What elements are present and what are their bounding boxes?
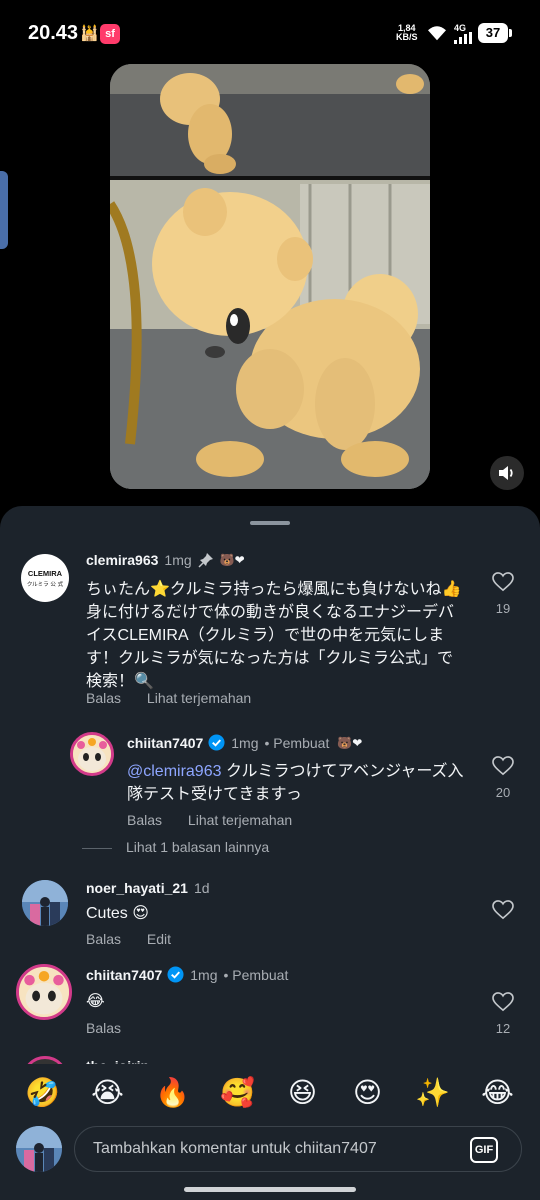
emoji-sparkles[interactable]: ✨ — [411, 1076, 455, 1109]
comment-time: 1d — [193, 880, 210, 896]
home-gesture-bar[interactable] — [184, 1187, 356, 1192]
network-speed: 1,84 KB/S — [396, 24, 418, 42]
view-more-replies[interactable]: Lihat 1 balasan lainnya — [82, 839, 269, 855]
username[interactable]: chiitan7407 — [127, 735, 203, 751]
mention-link[interactable]: @clemira963 — [127, 763, 222, 780]
see-translation-button[interactable]: Lihat terjemahan — [188, 812, 292, 828]
comment-actions: Balas Edit — [86, 931, 193, 947]
emoji-rofl[interactable]: 🤣 — [21, 1076, 65, 1109]
comment-actions: Balas — [86, 1020, 143, 1036]
emoji-fire[interactable]: 🔥 — [151, 1076, 195, 1109]
see-translation-button[interactable]: Lihat terjemahan — [147, 690, 251, 706]
reply-button[interactable]: Balas — [127, 812, 162, 828]
comment-item: CLEMIRA クルミラ 公 式 clemira963 1mg 🐻❤ ちぃたん⭐… — [0, 544, 540, 714]
signal-icon — [454, 32, 472, 44]
edit-button[interactable]: Edit — [147, 931, 171, 947]
speaker-icon — [499, 466, 513, 480]
pin-icon — [198, 553, 213, 568]
creator-label: • Pembuat — [223, 966, 289, 983]
gif-button[interactable]: GIF — [470, 1137, 498, 1163]
comment-input[interactable] — [74, 1126, 522, 1172]
emoji-crying[interactable]: 😭 — [86, 1076, 130, 1109]
comment-text: Cutes 😍 — [86, 905, 149, 922]
creator-label: • Pembuat — [264, 734, 330, 751]
emoji-quick-bar: 🤣 😭 🔥 🥰 😆 😍 ✨ 😂 — [0, 1064, 540, 1120]
network-speed-unit: KB/S — [396, 32, 418, 42]
creator-liked-icon: 🐻❤ — [337, 735, 363, 750]
navigation-bar — [0, 1182, 540, 1200]
view-more-replies-text: Lihat 1 balasan lainnya — [126, 839, 270, 855]
comment-item: noer_hayati_21 1d Cutes 😍 Balas Edit — [0, 872, 540, 954]
comment-header: noer_hayati_21 1d — [86, 880, 210, 896]
verified-badge-icon — [208, 734, 225, 751]
reply-button[interactable]: Balas — [86, 931, 121, 947]
avatar[interactable]: CLEMIRA クルミラ 公 式 — [21, 554, 69, 602]
creator-label-text: Pembuat — [273, 734, 330, 751]
divider — [82, 847, 112, 849]
comment-actions: Balas Lihat terjemahan — [86, 690, 273, 706]
creator-liked-icon: 🐻❤ — [219, 553, 245, 567]
avatar[interactable] — [22, 880, 68, 926]
sheet-drag-handle[interactable] — [250, 521, 290, 525]
user-photo — [16, 1126, 62, 1172]
avatar[interactable] — [16, 964, 72, 1020]
chiitan-avatar — [19, 967, 69, 1017]
logo-text-bottom: クルミラ 公 式 — [27, 580, 64, 588]
verified-badge-icon — [167, 966, 184, 983]
like-button[interactable]: 19 — [488, 572, 518, 616]
logo-text-top: CLEMIRA — [28, 569, 63, 578]
like-count: 19 — [495, 601, 511, 616]
like-count: 20 — [495, 785, 511, 800]
comment-text: 😂 — [86, 993, 105, 1010]
status-bar: 20.43 🕌 sf 1,84 KB/S 4G 37 — [0, 0, 540, 64]
like-count: 12 — [495, 1021, 511, 1036]
app-notification-icon: sf — [100, 24, 120, 44]
like-button[interactable]: 12 — [488, 992, 518, 1036]
edge-panel-handle[interactable] — [0, 171, 8, 249]
my-avatar — [16, 1126, 62, 1172]
heart-icon — [492, 992, 514, 1012]
reel-video[interactable] — [110, 64, 430, 489]
mosque-icon: 🕌 — [80, 25, 99, 42]
reply-button[interactable]: Balas — [86, 690, 121, 706]
sound-button[interactable] — [490, 456, 524, 490]
comment-text: ちぃたん⭐️クルミラ持ったら爆風にも負けないね👍身に付けるだけで体の動きが良くな… — [86, 581, 462, 690]
username[interactable]: clemira963 — [86, 552, 158, 568]
comment-composer: GIF — [0, 1120, 540, 1182]
comment-header: chiitan7407 1mg • Pembuat 🐻❤ — [127, 734, 362, 751]
reply-item: chiitan7407 1mg • Pembuat 🐻❤ @clemira963… — [0, 728, 540, 828]
emoji-joy[interactable]: 😂 — [476, 1076, 520, 1109]
chiitan-avatar — [73, 735, 111, 773]
comment-actions: Balas Lihat terjemahan — [127, 812, 314, 828]
username[interactable]: noer_hayati_21 — [86, 880, 188, 896]
mascot-video-frame — [110, 64, 430, 489]
user-photo — [22, 880, 68, 926]
battery-indicator: 37 — [478, 23, 512, 43]
heart-icon — [492, 900, 514, 920]
video-area — [0, 64, 540, 514]
emoji-laughing[interactable]: 😆 — [281, 1076, 325, 1109]
status-time: 20.43 — [28, 22, 79, 44]
wifi-icon — [428, 26, 446, 41]
comment-item: chiitan7407 1mg • Pembuat 😂 Balas 12 — [0, 958, 540, 1048]
emoji-smiling-hearts[interactable]: 🥰 — [216, 1076, 260, 1109]
comment-time: 1mg — [164, 552, 192, 568]
like-button[interactable]: 20 — [488, 756, 518, 800]
heart-icon — [492, 756, 514, 776]
emoji-heart-eyes[interactable]: 😍 — [346, 1076, 390, 1109]
comment-time: 1mg — [190, 966, 218, 983]
username[interactable]: chiitan7407 — [86, 967, 162, 983]
heart-icon — [492, 572, 514, 592]
comment-header: clemira963 1mg 🐻❤ — [86, 552, 245, 568]
clemira-logo: CLEMIRA クルミラ 公 式 — [27, 569, 64, 588]
comment-header: chiitan7407 1mg • Pembuat — [86, 966, 288, 983]
comment-time: 1mg — [231, 734, 259, 751]
reply-button[interactable]: Balas — [86, 1020, 121, 1036]
like-button[interactable] — [488, 900, 518, 925]
creator-label-text: Pembuat — [232, 966, 289, 983]
comment-text: @clemira963 クルミラつけてアベンジャーズ入隊テスト受けてきますっ — [127, 760, 473, 806]
avatar[interactable] — [70, 732, 114, 776]
